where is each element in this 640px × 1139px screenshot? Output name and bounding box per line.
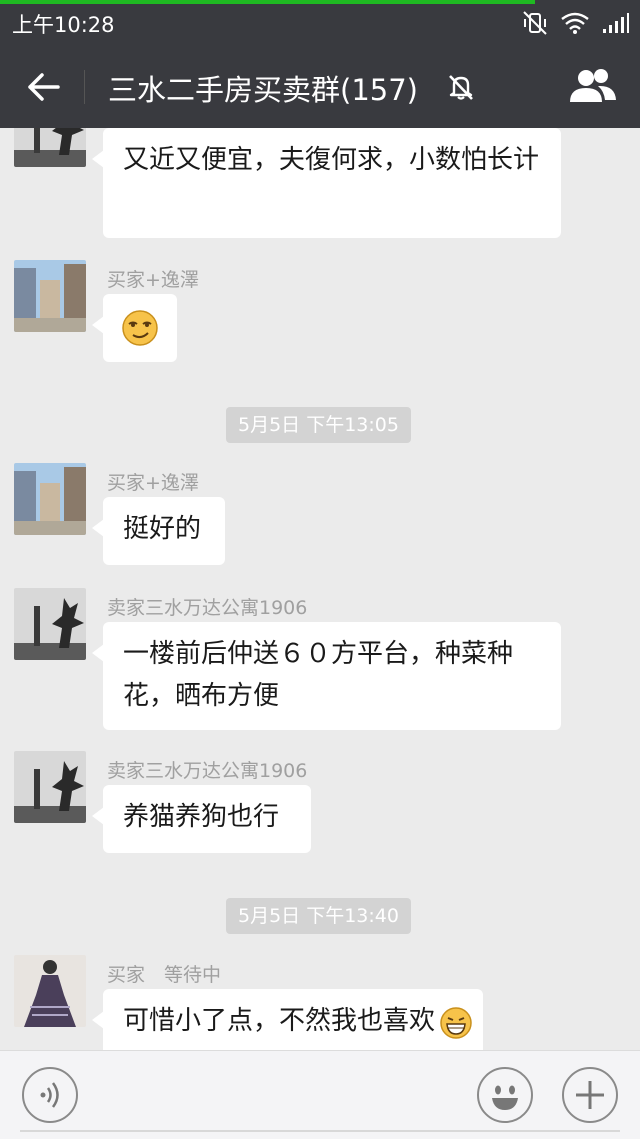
input-toolbar xyxy=(0,1050,640,1139)
sender-name: 卖家三水万达公寓1906 xyxy=(107,597,308,619)
avatar[interactable] xyxy=(14,588,86,660)
message-text: 养猫养狗也行 xyxy=(123,802,280,832)
message-bubble[interactable]: 养猫养狗也行 xyxy=(92,785,311,853)
message-bubble[interactable]: 挺好的 xyxy=(92,497,225,565)
message-text: 又近又便宜，夫復何求，小数怕长计 xyxy=(123,145,540,175)
avatar[interactable] xyxy=(14,260,86,332)
message-text: 可惜小了点，不然我也喜欢 xyxy=(123,1006,436,1036)
timestamp: 5月5日 下午13:05 xyxy=(226,407,411,443)
message-bubble[interactable]: 可惜小了点，不然我也喜欢 xyxy=(92,989,483,1050)
message-bubble[interactable] xyxy=(92,294,177,362)
back-arrow-icon xyxy=(28,73,60,101)
message-text: 挺好的 xyxy=(123,514,202,544)
group-members-icon xyxy=(570,69,616,102)
avatar[interactable] xyxy=(14,955,86,1027)
chat-title: 三水二手房买卖群(157) xyxy=(108,73,418,107)
pagoda-avatar-image xyxy=(14,751,86,823)
chat-header: 三水二手房买卖群(157) xyxy=(0,46,640,128)
avatar[interactable] xyxy=(14,463,86,535)
sender-name: 买家+逸澤 xyxy=(107,269,199,291)
header-divider xyxy=(84,70,85,104)
timestamp: 5月5日 下午13:40 xyxy=(226,898,411,934)
plus-icon xyxy=(576,1081,604,1109)
grin-emoji-icon xyxy=(440,1007,472,1039)
message-text: 一楼前后仲送６０方平台，种菜种花，晒布方便 xyxy=(123,639,514,711)
emoji-button[interactable] xyxy=(477,1067,533,1123)
voice-icon xyxy=(40,1082,59,1108)
street-avatar-image xyxy=(14,260,86,332)
emoji-icon xyxy=(492,1085,518,1110)
status-bar: 上午10:28 xyxy=(0,0,640,46)
group-members-button[interactable] xyxy=(568,66,618,108)
vibrate-off-icon xyxy=(523,11,547,35)
street-avatar-image xyxy=(14,463,86,535)
sender-name: 买家+逸澤 xyxy=(107,472,199,494)
dress-avatar-image xyxy=(14,955,86,1027)
loading-progress-bar xyxy=(0,0,535,4)
avatar[interactable] xyxy=(14,128,86,167)
sender-name: 买家 等待中 xyxy=(107,964,222,986)
back-button[interactable] xyxy=(18,62,68,112)
wifi-icon xyxy=(561,12,589,34)
more-options-button[interactable] xyxy=(562,1067,618,1123)
signal-icon xyxy=(603,13,629,33)
voice-input-button[interactable] xyxy=(22,1067,78,1123)
message-bubble[interactable]: 又近又便宜，夫復何求，小数怕长计 xyxy=(92,128,561,238)
pagoda-avatar-image xyxy=(14,588,86,660)
message-list[interactable]: 又近又便宜，夫復何求，小数怕长计 买家+逸澤 5月5日 下午13:05 买家+逸… xyxy=(0,128,640,1050)
message-bubble[interactable]: 一楼前后仲送６０方平台，种菜种花，晒布方便 xyxy=(92,622,561,730)
input-underline xyxy=(20,1130,620,1132)
status-icons xyxy=(522,10,630,36)
sender-name: 卖家三水万达公寓1906 xyxy=(107,760,308,782)
avatar[interactable] xyxy=(14,751,86,823)
chat-screen: 上午10:28 三水二手房买卖群(157) 又近又便宜，夫復何求，小数怕长计 买… xyxy=(0,0,640,1139)
smirk-emoji-icon xyxy=(122,310,158,346)
pagoda-avatar-image xyxy=(14,128,86,167)
mute-bell-icon xyxy=(449,75,473,100)
status-time: 上午10:28 xyxy=(12,13,115,37)
